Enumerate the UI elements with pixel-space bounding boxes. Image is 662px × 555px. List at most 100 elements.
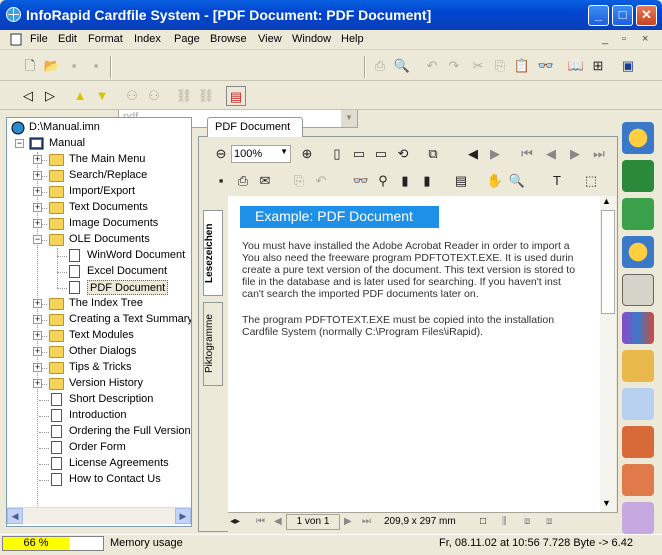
redo-icon[interactable]: ↷ <box>444 56 464 76</box>
network-alt-icon[interactable]: ⚇ <box>144 86 164 106</box>
scroll-left-icon[interactable]: ◀ <box>7 508 23 524</box>
pdf-save-icon[interactable]: ▪ <box>211 171 231 191</box>
media-player-alt-icon[interactable] <box>622 236 654 268</box>
expand-icon[interactable]: + <box>33 203 42 212</box>
menu-help[interactable]: Help <box>341 33 364 45</box>
tree-view-icon[interactable]: ⊞ <box>588 56 608 76</box>
text-select-icon[interactable]: T <box>547 171 567 191</box>
email-icon[interactable]: ✉ <box>255 171 275 191</box>
window-icon[interactable]: ▣ <box>618 56 638 76</box>
expand-icon[interactable]: + <box>33 155 42 164</box>
menu-edit[interactable]: Edit <box>58 33 77 45</box>
zoom-out-icon[interactable]: ⊖ <box>211 144 231 164</box>
tree-item[interactable]: Search/Replace <box>69 168 147 183</box>
zoom-field[interactable]: 100% ▼ <box>231 145 291 163</box>
media-player-icon[interactable] <box>622 122 654 154</box>
page-indicator[interactable]: 1 von 1 <box>286 514 340 530</box>
copy-icon[interactable]: ⎘ <box>490 56 510 76</box>
network-icon[interactable]: ⚇ <box>122 86 142 106</box>
excel-alt-icon[interactable] <box>622 198 654 230</box>
save-all-icon[interactable]: ▪ <box>86 56 106 76</box>
expand-icon[interactable]: + <box>33 315 42 324</box>
maximize-button[interactable]: □ <box>612 5 633 26</box>
fit-page-icon[interactable]: ▭ <box>349 144 369 164</box>
scrollbar-thumb[interactable] <box>601 210 615 314</box>
fit-width-icon[interactable]: ▭ <box>371 144 391 164</box>
forward-triangle-icon[interactable]: ▷ <box>40 86 60 106</box>
expand-icon[interactable]: + <box>33 331 42 340</box>
cut-icon[interactable]: ✂ <box>468 56 488 76</box>
tree-item[interactable]: Creating a Text Summary <box>69 312 191 327</box>
tree-item[interactable]: PDF Document <box>87 280 169 295</box>
next-page-icon[interactable]: ▶ <box>565 144 585 164</box>
tree-item[interactable]: Introduction <box>69 408 126 423</box>
facing-icon[interactable]: ⧈ <box>524 516 530 527</box>
pdf-print-icon[interactable]: ⎙ <box>233 171 253 191</box>
first-page-icon[interactable]: ⏮ <box>517 144 537 164</box>
tree-item[interactable]: Short Description <box>69 392 153 407</box>
collapse-icon[interactable]: − <box>15 139 24 148</box>
print-preview-icon[interactable]: 🔍 <box>392 56 412 76</box>
scroll-right-icon[interactable]: ▶ <box>175 508 191 524</box>
split-toggle-icon[interactable]: ◂▸ <box>230 516 240 527</box>
scroll-down-icon[interactable]: ▼ <box>602 498 611 508</box>
menu-page[interactable]: Page <box>174 33 200 45</box>
single-page-icon[interactable]: □ <box>480 516 486 527</box>
new-icon[interactable]: 🗋 <box>20 56 40 76</box>
continuous-facing-icon[interactable]: ⧈ <box>546 516 552 527</box>
continuous-icon[interactable]: ⫼ <box>502 516 507 527</box>
scroll-up-icon[interactable]: ▲ <box>602 196 611 206</box>
graphics-select-icon[interactable]: ⬚ <box>581 171 601 191</box>
page-layout-icon[interactable]: ⧉ <box>423 144 443 164</box>
menu-format[interactable]: Format <box>88 33 123 45</box>
zoom-tool-icon[interactable]: 🔍 <box>507 171 527 191</box>
paste-icon[interactable]: 📋 <box>512 56 532 76</box>
package-icon[interactable] <box>622 350 654 382</box>
tree-manual[interactable]: Manual <box>49 136 85 151</box>
minimize-button[interactable]: _ <box>588 5 609 26</box>
tree-item[interactable]: Excel Document <box>87 264 167 279</box>
prev-page-icon[interactable]: ◀ <box>541 144 561 164</box>
menu-index[interactable]: Index <box>134 33 161 45</box>
tree-item[interactable]: WinWord Document <box>87 248 185 263</box>
up-triangle-icon[interactable]: ▲ <box>70 86 90 106</box>
expand-icon[interactable]: + <box>33 219 42 228</box>
collapse-icon[interactable]: − <box>33 235 42 244</box>
tree-item[interactable]: Version History <box>69 376 143 391</box>
index-tree[interactable]: D:\Manual.imn − Manual + The Main Menu + Searc… <box>6 117 192 527</box>
find-next-icon[interactable]: ⚲ <box>373 171 393 191</box>
link-icon[interactable]: ⛓ <box>174 86 194 106</box>
pdf-undo-icon[interactable]: ↶ <box>311 171 331 191</box>
close-button[interactable]: ✕ <box>636 5 657 26</box>
print-icon[interactable]: ⎙ <box>370 56 390 76</box>
rotate-icon[interactable]: ⟲ <box>393 144 413 164</box>
undo-icon[interactable]: ↶ <box>422 56 442 76</box>
last-page-icon[interactable]: ⏭ <box>589 144 609 164</box>
mdi-minimize-button[interactable]: _ <box>602 33 608 45</box>
tree-item[interactable]: OLE Documents <box>69 232 150 247</box>
tree-horizontal-scrollbar[interactable]: ◀ ▶ <box>7 507 191 524</box>
chevron-down-icon[interactable]: ▼ <box>341 109 357 127</box>
mdi-close-button[interactable]: × <box>642 33 648 45</box>
page-icon[interactable]: ▯ <box>327 144 347 164</box>
find-icon[interactable]: 👓 <box>536 56 556 76</box>
menu-file[interactable]: File <box>30 33 48 45</box>
pdf-copy-icon[interactable]: ⎘ <box>289 171 309 191</box>
powerpoint-icon[interactable] <box>622 426 654 458</box>
calendar-page-icon[interactable] <box>622 274 654 306</box>
tab-pdf-document[interactable]: PDF Document <box>207 117 303 137</box>
tree-item[interactable]: Image Documents <box>69 216 158 231</box>
tree-root[interactable]: D:\Manual.imn <box>29 120 100 135</box>
tree-item[interactable]: Tips & Tricks <box>69 360 132 375</box>
powerpoint-alt-icon[interactable] <box>622 464 654 496</box>
zoom-in-icon[interactable]: ⊕ <box>297 144 317 164</box>
tree-item[interactable]: Other Dialogs <box>69 344 136 359</box>
tree-item[interactable]: How to Contact Us <box>69 472 161 487</box>
menu-browse[interactable]: Browse <box>210 33 247 45</box>
expand-icon[interactable]: + <box>33 363 42 372</box>
books-icon[interactable] <box>622 312 654 344</box>
book-icon[interactable]: 📖 <box>566 56 586 76</box>
back-triangle-icon[interactable]: ◁ <box>18 86 38 106</box>
arrow-left-icon[interactable]: ◀ <box>463 144 483 164</box>
save-icon[interactable]: ▪ <box>64 56 84 76</box>
